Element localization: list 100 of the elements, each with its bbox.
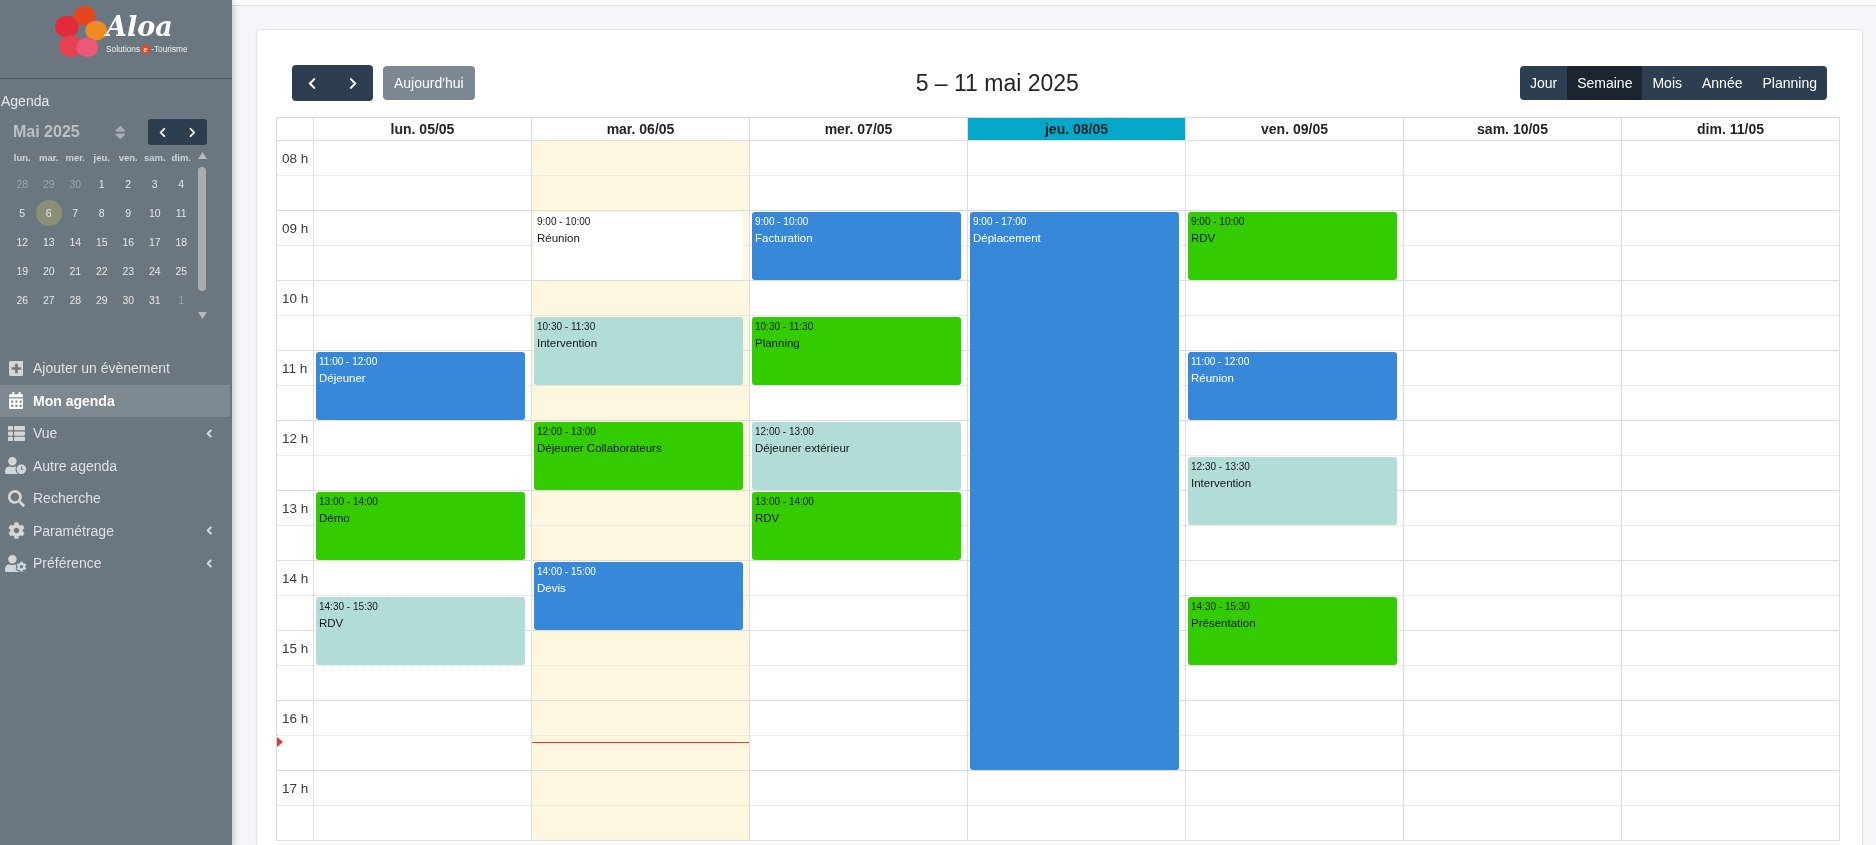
calendar-event[interactable]: 13:00 - 14:00 Démo xyxy=(316,492,525,560)
calendar-date[interactable]: 26 xyxy=(9,286,36,313)
calendar-date[interactable]: 16 xyxy=(115,228,142,255)
settings-icon xyxy=(7,522,25,540)
previous-button[interactable] xyxy=(292,65,333,101)
view-tab[interactable]: Jour xyxy=(1519,66,1568,100)
event-time: 11:00 - 12:00 xyxy=(319,355,378,368)
calendar-date[interactable]: 25 xyxy=(168,257,195,284)
hour-label: 08 h xyxy=(282,150,309,166)
calendar-date[interactable]: 24 xyxy=(141,257,168,284)
day-header[interactable]: jeu. 08/05 xyxy=(967,118,1185,140)
hour-label: 15 h xyxy=(282,640,309,656)
month-title: Mai 2025 xyxy=(13,123,80,141)
day-header[interactable]: sam. 10/05 xyxy=(1403,118,1621,140)
calendar-date[interactable]: 13 xyxy=(35,228,62,255)
calendar-event[interactable]: 14:30 - 15:30 Présentation xyxy=(1188,597,1397,665)
calendar-date[interactable]: 6 xyxy=(35,199,62,226)
calendar-date[interactable]: 19 xyxy=(9,257,36,284)
calendar-date[interactable]: 9 xyxy=(115,199,142,226)
calendar-date[interactable]: 22 xyxy=(88,257,115,284)
day-header[interactable]: lun. 05/05 xyxy=(313,118,531,140)
calendar-date[interactable]: 31 xyxy=(141,286,168,313)
chevron-right-icon xyxy=(348,76,357,90)
calendar-date[interactable]: 12 xyxy=(9,228,36,255)
logo-tagline: -Tourisme xyxy=(151,44,188,54)
menu-item[interactable]: Préférence xyxy=(0,547,230,580)
previous-month-button[interactable] xyxy=(148,119,178,145)
search-icon xyxy=(7,489,25,507)
calendar-event[interactable]: 11:00 - 12:00 Réunion xyxy=(1188,352,1397,420)
day-header[interactable]: mar. 06/05 xyxy=(531,118,749,140)
chevron-left-icon xyxy=(205,524,212,538)
event-time: 9:00 - 10:00 xyxy=(537,215,591,228)
calendar-date[interactable]: 7 xyxy=(62,199,89,226)
event-time: 14:00 - 15:00 xyxy=(537,565,596,578)
calendar-date[interactable]: 29 xyxy=(88,286,115,313)
calendar-date[interactable]: 5 xyxy=(9,199,36,226)
calendar-date[interactable]: 17 xyxy=(141,228,168,255)
event-title: Présentation xyxy=(1191,616,1256,630)
chevron-right-icon xyxy=(188,126,196,138)
event-time: 9:00 - 10:00 xyxy=(755,215,809,228)
calendar-date[interactable]: 15 xyxy=(88,228,115,255)
calendar-event[interactable]: 12:30 - 13:30 Intervention xyxy=(1188,457,1397,525)
hour-label: 17 h xyxy=(282,780,309,796)
calendar-date[interactable]: 30 xyxy=(115,286,142,313)
menu-item[interactable]: Mon agenda xyxy=(0,384,230,417)
hour-label: 16 h xyxy=(282,710,309,726)
chevron-left-icon xyxy=(205,556,212,570)
view-tab[interactable]: Année xyxy=(1692,66,1753,100)
scrollbar-thumb[interactable] xyxy=(198,167,206,291)
calendar-event[interactable]: 11:00 - 12:00 Déjeuner xyxy=(316,352,525,420)
next-button[interactable] xyxy=(332,65,373,101)
list-icon xyxy=(7,424,25,442)
calendar-event[interactable]: 10:30 - 11:30 Intervention xyxy=(534,317,743,385)
event-title: Intervention xyxy=(537,336,598,350)
event-title: RDV xyxy=(755,511,780,525)
menu-item[interactable]: Recherche xyxy=(0,482,230,515)
event-title: Déplacement xyxy=(973,231,1041,245)
day-header[interactable]: ven. 09/05 xyxy=(1185,118,1403,140)
event-title: Déjeuner extérieur xyxy=(755,441,850,455)
calendar-date[interactable]: 2 xyxy=(115,170,142,197)
event-title: RDV xyxy=(319,616,344,630)
calendar-date[interactable]: 8 xyxy=(88,199,115,226)
calendar-event[interactable]: 14:30 - 15:30 RDV xyxy=(316,597,525,665)
calendar-event[interactable]: 12:00 - 13:00 Déjeuner extérieur xyxy=(752,422,961,490)
hour-label: 14 h xyxy=(282,570,309,586)
calendar-event[interactable]: 13:00 - 14:00 RDV xyxy=(752,492,961,560)
view-tab[interactable]: Mois xyxy=(1642,66,1692,100)
event-time: 14:30 - 15:30 xyxy=(1191,600,1250,613)
calendar-date[interactable]: 20 xyxy=(35,257,62,284)
calendar-event[interactable]: 9:00 - 10:00 Facturation xyxy=(752,212,961,280)
event-time: 11:00 - 12:00 xyxy=(1191,355,1250,368)
calendar-event[interactable]: 12:00 - 13:00 Déjeuner Collaborateurs xyxy=(534,422,743,490)
calendar-date[interactable]: 1 xyxy=(88,170,115,197)
menu-item[interactable]: Autre agenda xyxy=(0,449,230,482)
calendar-date[interactable]: 23 xyxy=(115,257,142,284)
calendar-date[interactable]: 11 xyxy=(168,199,195,226)
calendar-date[interactable]: 18 xyxy=(168,228,195,255)
view-tab[interactable]: Semaine xyxy=(1567,66,1643,100)
menu-item[interactable]: Vue xyxy=(0,417,230,450)
calendar-date[interactable]: 21 xyxy=(62,257,89,284)
menu-item[interactable]: Ajouter un évènement xyxy=(0,352,230,385)
calendar-event[interactable]: 9:00 - 10:00 Réunion xyxy=(534,212,743,280)
calendar-date[interactable]: 3 xyxy=(141,170,168,197)
calendar-event[interactable]: 9:00 - 10:00 RDV xyxy=(1188,212,1397,280)
calendar-date[interactable]: 14 xyxy=(62,228,89,255)
calendar-date[interactable]: 27 xyxy=(35,286,62,313)
menu-item[interactable]: Paramétrage xyxy=(0,514,230,547)
event-title: Déjeuner Collaborateurs xyxy=(537,441,662,455)
calendar-event[interactable]: 10:30 - 11:30 Planning xyxy=(752,317,961,385)
calendar-event[interactable]: 9:00 - 17:00 Déplacement xyxy=(970,212,1179,770)
calendar-date[interactable]: 4 xyxy=(168,170,195,197)
weekday-label: ven. xyxy=(118,151,138,165)
event-time: 14:30 - 15:30 xyxy=(319,600,378,613)
view-tab[interactable]: Planning xyxy=(1752,66,1827,100)
calendar-event[interactable]: 14:00 - 15:00 Devis xyxy=(534,562,743,630)
event-title: Devis xyxy=(537,581,566,595)
next-month-button[interactable] xyxy=(177,119,207,145)
day-header[interactable]: dim. 11/05 xyxy=(1621,118,1839,140)
calendar-date[interactable]: 10 xyxy=(141,199,168,226)
calendar-date[interactable]: 28 xyxy=(62,286,89,313)
